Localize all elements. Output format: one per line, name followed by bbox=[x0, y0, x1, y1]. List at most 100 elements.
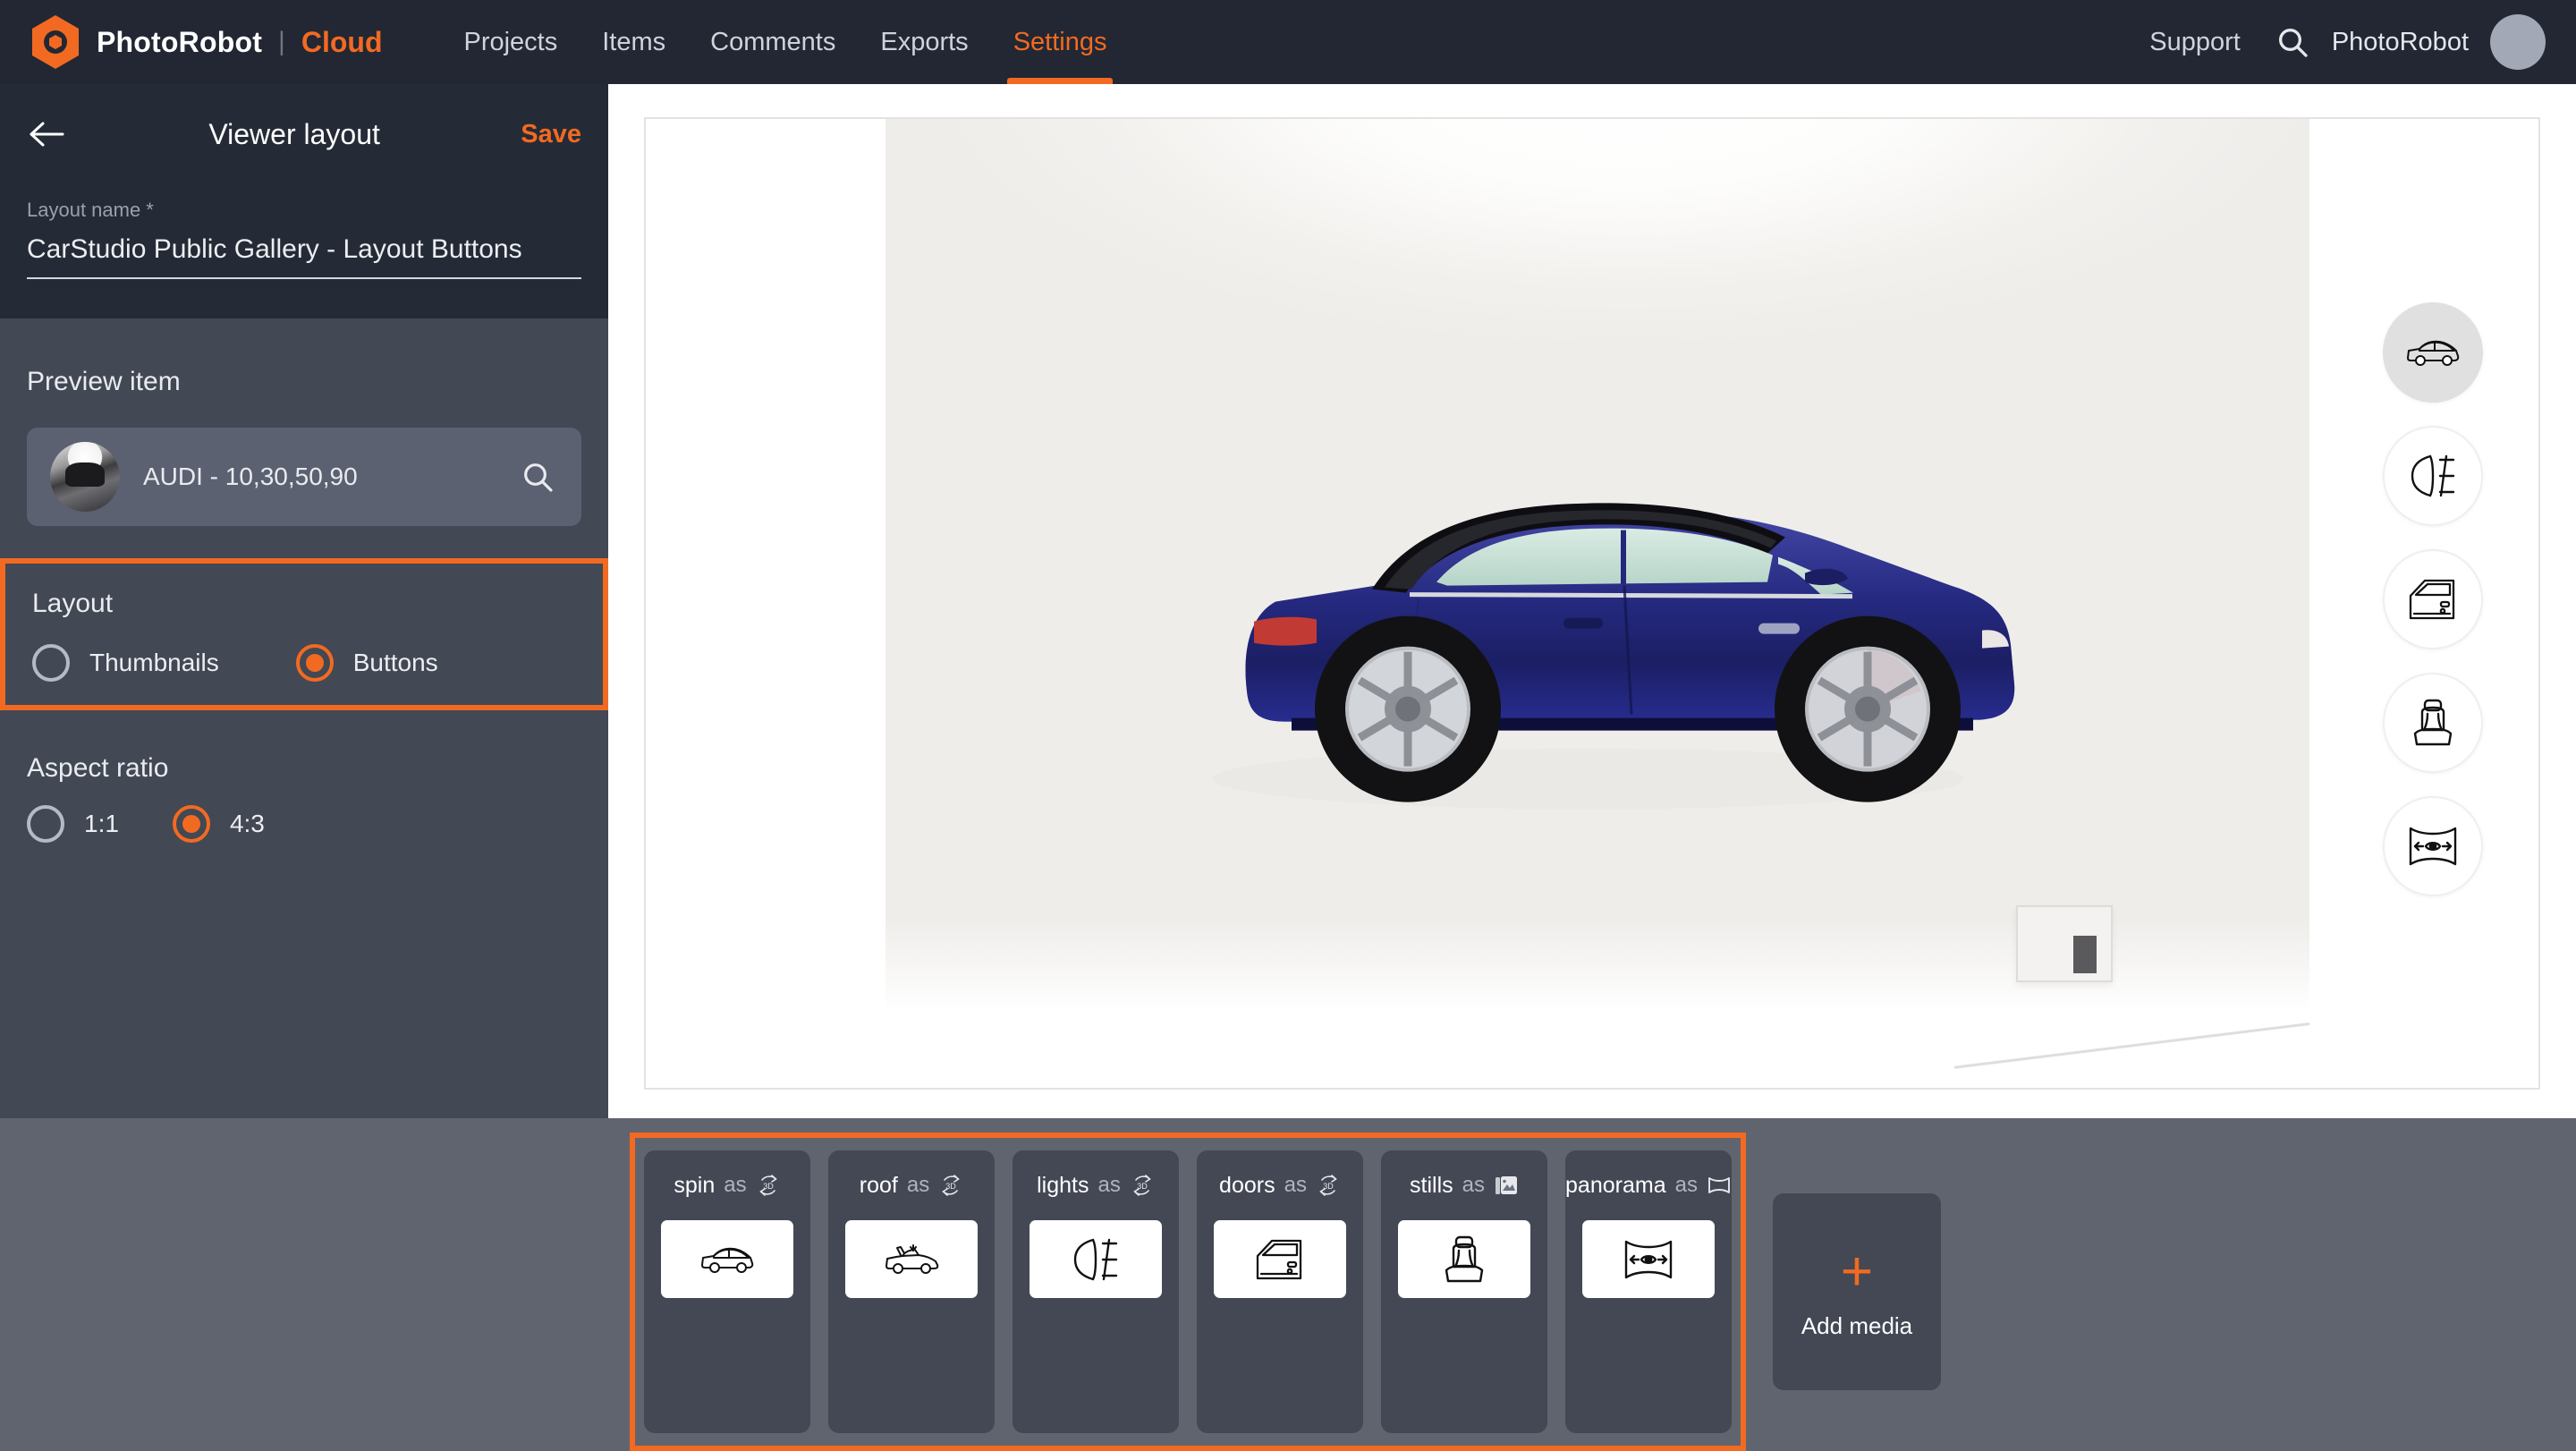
studio-prop-box bbox=[2016, 905, 2113, 982]
add-media-button[interactable]: + Add media bbox=[1773, 1193, 1941, 1390]
rail-button-spin[interactable] bbox=[2383, 302, 2483, 403]
media-card-thumbnail bbox=[845, 1220, 978, 1298]
layout-option-buttons[interactable]: Buttons bbox=[296, 644, 438, 682]
main-nav-items: Projects Items Comments Exports Settings bbox=[441, 0, 1129, 84]
rail-button-stills[interactable] bbox=[2383, 673, 2483, 773]
account-name[interactable]: PhotoRobot bbox=[2332, 28, 2469, 57]
radio-unchecked-icon bbox=[32, 644, 70, 682]
media-card-thumbnail bbox=[1398, 1220, 1530, 1298]
media-card-as-label: as bbox=[907, 1173, 929, 1198]
aspect-ratio-option-4-3[interactable]: 4:3 bbox=[173, 805, 265, 843]
rail-button-lights[interactable] bbox=[2383, 426, 2483, 526]
sidebar-settings-panel: Preview item AUDI - 10,30,50,90 Layout bbox=[0, 318, 608, 1118]
search-icon[interactable] bbox=[517, 456, 558, 497]
media-card-doors[interactable]: doors as 3D bbox=[1197, 1150, 1363, 1433]
car-interior-thumbnail bbox=[50, 442, 120, 512]
headlight-icon bbox=[2407, 453, 2459, 499]
layout-section-highlight: Layout Thumbnails Buttons bbox=[0, 558, 608, 710]
car-side-icon bbox=[2405, 338, 2461, 367]
photorobot-hex-logo-icon bbox=[30, 14, 80, 70]
media-card-as-label: as bbox=[1462, 1173, 1485, 1198]
3d-rotate-icon: 3D bbox=[1130, 1173, 1155, 1198]
media-card-thumbnail bbox=[1582, 1220, 1715, 1298]
images-icon bbox=[1494, 1173, 1519, 1198]
layout-option-thumbnails[interactable]: Thumbnails bbox=[32, 644, 219, 682]
media-strip: spin as 3D bbox=[0, 1118, 2576, 1451]
media-card-name: spin bbox=[674, 1173, 715, 1199]
aspect-ratio-option-1-1[interactable]: 1:1 bbox=[27, 805, 119, 843]
media-card-name: lights bbox=[1037, 1173, 1089, 1199]
brand-logo[interactable]: PhotoRobot | Cloud bbox=[0, 14, 382, 70]
blue-audi-s5-cabriolet-side-view bbox=[1141, 422, 2054, 816]
app-root: PhotoRobot | Cloud Projects Items Commen… bbox=[0, 0, 2576, 1451]
sidebar-header-panel: Viewer layout Save Layout name * bbox=[0, 84, 608, 318]
brand-product-name: Cloud bbox=[301, 26, 383, 59]
nav-item-exports[interactable]: Exports bbox=[858, 0, 990, 84]
media-card-lights[interactable]: lights as 3D bbox=[1013, 1150, 1179, 1433]
nav-item-support[interactable]: Support bbox=[2130, 0, 2260, 84]
brand-name: PhotoRobot bbox=[97, 26, 262, 59]
media-strip-highlight: spin as 3D bbox=[630, 1133, 1746, 1451]
top-navigation-bar: PhotoRobot | Cloud Projects Items Commen… bbox=[0, 0, 2576, 84]
car-door-icon bbox=[1254, 1236, 1306, 1283]
car-seat-icon bbox=[2411, 698, 2455, 748]
aspect-ratio-section: Aspect ratio 1:1 4:3 bbox=[27, 734, 581, 843]
layout-name-field: Layout name * bbox=[27, 199, 581, 279]
media-card-thumbnail bbox=[661, 1220, 793, 1298]
svg-text:3D: 3D bbox=[945, 1182, 956, 1191]
nav-item-comments[interactable]: Comments bbox=[688, 0, 858, 84]
preview-item-label: AUDI - 10,30,50,90 bbox=[143, 462, 517, 491]
nav-item-projects[interactable]: Projects bbox=[441, 0, 580, 84]
layout-name-label: Layout name * bbox=[27, 199, 581, 222]
nav-item-settings[interactable]: Settings bbox=[991, 0, 1130, 84]
media-card-spin[interactable]: spin as 3D bbox=[644, 1150, 810, 1433]
plus-icon: + bbox=[1841, 1244, 1873, 1300]
media-card-header: stills as bbox=[1410, 1170, 1519, 1201]
media-card-as-label: as bbox=[724, 1173, 746, 1198]
radio-checked-icon bbox=[173, 805, 210, 843]
headlight-icon bbox=[1070, 1236, 1122, 1283]
media-card-name: stills bbox=[1410, 1173, 1453, 1199]
viewer-stage[interactable] bbox=[644, 117, 2540, 1090]
media-card-as-label: as bbox=[1284, 1173, 1307, 1198]
aspect-ratio-option-1-1-label: 1:1 bbox=[84, 810, 119, 838]
nav-item-items[interactable]: Items bbox=[580, 0, 688, 84]
panorama-eye-icon bbox=[2406, 825, 2460, 868]
panorama-eye-icon bbox=[1622, 1238, 1675, 1281]
nav-right-group: Support PhotoRobot bbox=[2130, 0, 2576, 84]
rail-button-doors[interactable] bbox=[2383, 549, 2483, 649]
media-card-panorama[interactable]: panorama as bbox=[1565, 1150, 1732, 1433]
search-icon[interactable] bbox=[2269, 19, 2316, 65]
avatar[interactable] bbox=[2490, 14, 2546, 70]
layout-option-buttons-label: Buttons bbox=[353, 649, 438, 677]
media-card-roof[interactable]: roof as 3D bbox=[828, 1150, 995, 1433]
media-card-header: roof as 3D bbox=[860, 1170, 963, 1201]
car-side-icon bbox=[699, 1245, 755, 1274]
rail-button-panorama[interactable] bbox=[2383, 796, 2483, 896]
sidebar-header: Viewer layout Save bbox=[27, 84, 581, 184]
media-card-header: spin as 3D bbox=[674, 1170, 780, 1201]
media-card-stills[interactable]: stills as bbox=[1381, 1150, 1547, 1433]
aspect-ratio-section-title: Aspect ratio bbox=[27, 734, 581, 784]
viewer-preview-area bbox=[608, 84, 2576, 1118]
media-card-name: panorama bbox=[1565, 1173, 1666, 1199]
car-door-icon bbox=[2407, 576, 2459, 623]
add-media-label: Add media bbox=[1801, 1312, 1912, 1340]
aspect-ratio-radio-group: 1:1 4:3 bbox=[27, 805, 581, 843]
3d-rotate-icon: 3D bbox=[1316, 1173, 1341, 1198]
layout-name-input[interactable] bbox=[27, 234, 581, 279]
3d-rotate-icon: 3D bbox=[756, 1173, 781, 1198]
brand-separator: | bbox=[278, 27, 285, 57]
preview-item-selector[interactable]: AUDI - 10,30,50,90 bbox=[27, 428, 581, 526]
studio-backdrop bbox=[886, 119, 2309, 1088]
body-row: Viewer layout Save Layout name * Preview… bbox=[0, 84, 2576, 1118]
layout-section-title: Layout bbox=[32, 564, 576, 619]
arrow-left-icon[interactable] bbox=[27, 118, 77, 150]
3d-rotate-icon: 3D bbox=[938, 1173, 963, 1198]
save-button[interactable]: Save bbox=[521, 120, 581, 149]
svg-text:3D: 3D bbox=[1323, 1182, 1334, 1191]
media-card-thumbnail bbox=[1214, 1220, 1346, 1298]
layout-option-thumbnails-label: Thumbnails bbox=[89, 649, 219, 677]
svg-text:3D: 3D bbox=[763, 1182, 774, 1191]
settings-sidebar: Viewer layout Save Layout name * Preview… bbox=[0, 84, 608, 1118]
